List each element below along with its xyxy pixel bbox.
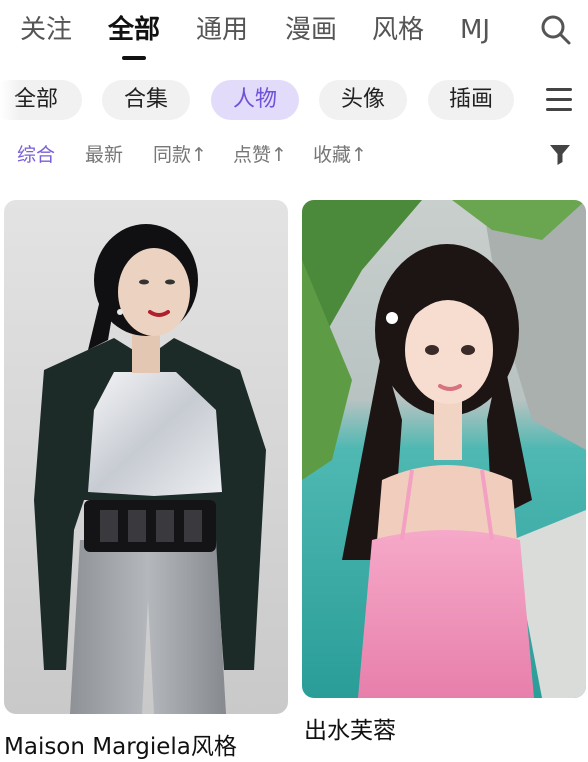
card-title-left[interactable]: Maison Margiela风格 [4,732,237,762]
tab-all[interactable]: 全部 [108,14,161,60]
category-pill-row: 全部 合集 人物 头像 插画 [0,80,588,120]
tab-all-label: 全部 [108,15,161,45]
search-icon [541,15,571,45]
pill-collection[interactable]: 合集 [102,80,190,120]
sort-overall[interactable]: 综合 [17,142,55,168]
category-menu-button[interactable] [544,86,574,114]
card-title-right[interactable]: 出水芙蓉 [304,716,396,746]
sort-newest[interactable]: 最新 [85,142,123,168]
pill-illustration[interactable]: 插画 [428,80,514,120]
menu-icon [546,88,572,91]
filter-icon [550,145,570,165]
scroll-fade [0,80,20,120]
top-tab-bar: 关注 全部 通用 漫画 风格 MJ [0,8,588,60]
sort-likes[interactable]: 点赞↑ [233,142,287,168]
tab-follow[interactable]: 关注 [20,14,72,46]
artwork-card-right[interactable] [302,200,586,698]
sort-bar: 综合 最新 同款↑ 点赞↑ 收藏↑ [0,140,588,170]
artwork-image-left [4,200,288,714]
sort-favorites[interactable]: 收藏↑ [313,142,367,168]
artwork-image-right [302,200,586,698]
pill-avatar[interactable]: 头像 [319,80,407,120]
search-button[interactable] [538,12,574,48]
tab-style[interactable]: 风格 [372,14,424,46]
artwork-card-left[interactable] [4,200,288,714]
filter-button[interactable] [548,142,572,166]
tab-comic[interactable]: 漫画 [285,14,337,46]
tab-mj[interactable]: MJ [460,14,490,46]
sort-same[interactable]: 同款↑ [153,142,207,168]
tab-general[interactable]: 通用 [196,14,248,46]
pill-people[interactable]: 人物 [211,80,299,120]
active-tab-indicator [122,56,146,60]
